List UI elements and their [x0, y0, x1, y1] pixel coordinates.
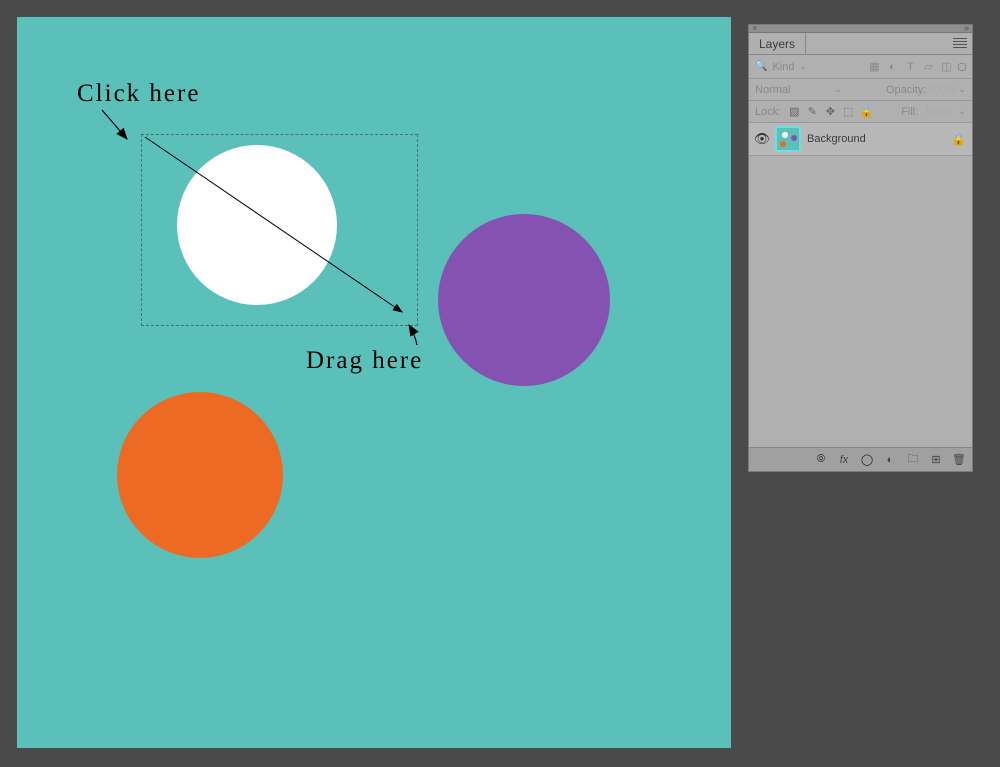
annotation-arrows — [17, 17, 731, 748]
panel-footer: ⦾ fx ◯ ◐ 🗀 ⊞ 🗑 — [749, 447, 972, 471]
lock-all-icon[interactable]: 🔒 — [859, 105, 873, 119]
filter-adjustment-icon[interactable]: ◐ — [886, 60, 899, 73]
lock-transparency-icon[interactable]: ▧ — [787, 105, 801, 119]
opacity-value[interactable]: 100% — [928, 84, 956, 96]
chevron-down-icon: ⌄ — [799, 61, 807, 72]
filter-kind-select[interactable]: Kind — [772, 61, 794, 73]
layer-name-label[interactable]: Background — [807, 133, 866, 145]
panel-collapse-icon[interactable]: » — [964, 23, 969, 33]
chevron-down-icon: ⌄ — [958, 106, 966, 117]
opacity-label: Opacity: — [886, 84, 926, 96]
panel-tabs: Layers — [749, 33, 972, 55]
lock-pixels-icon[interactable]: ✎ — [805, 105, 819, 119]
filter-toggle-icon[interactable] — [958, 63, 966, 71]
panel-topbar: × » — [749, 25, 972, 33]
fill-value[interactable]: 100% — [924, 106, 952, 118]
layer-thumbnail[interactable] — [775, 126, 801, 152]
filter-image-icon[interactable]: ▦ — [868, 60, 881, 73]
add-mask-icon[interactable]: ◯ — [860, 453, 874, 467]
fill-label: Fill: — [901, 106, 918, 118]
delete-layer-icon[interactable]: 🗑 — [952, 453, 966, 467]
layer-row-background[interactable]: 👁 Background 🔒 — [749, 123, 972, 156]
new-group-icon[interactable]: 🗀 — [906, 453, 920, 467]
chevron-down-icon: ⌄ — [958, 84, 966, 95]
blend-mode-row: Normal ⌄ Opacity: 100% ⌄ — [749, 79, 972, 101]
lock-row: Lock: ▧ ✎ ✥ ⬚ 🔒 Fill: 100% ⌄ — [749, 101, 972, 123]
tab-layers[interactable]: Layers — [749, 33, 806, 54]
new-adjustment-icon[interactable]: ◐ — [883, 453, 897, 467]
search-icon: 🔍 — [755, 61, 767, 72]
purple-circle-shape — [438, 214, 610, 386]
filter-shape-icon[interactable]: ▱ — [922, 60, 935, 73]
panel-close-icon[interactable]: × — [752, 23, 757, 33]
link-layers-icon[interactable]: ⦾ — [814, 453, 828, 467]
blend-mode-select[interactable]: Normal — [755, 84, 790, 96]
orange-circle-shape — [117, 392, 283, 558]
canvas-area[interactable]: Click here Drag here — [17, 17, 731, 748]
chevron-down-icon: ⌄ — [834, 84, 842, 95]
lock-icon[interactable]: 🔒 — [951, 132, 966, 146]
marquee-selection[interactable] — [141, 134, 418, 326]
panel-menu-icon[interactable] — [953, 37, 967, 49]
filter-type-icon[interactable]: T — [904, 60, 917, 73]
lock-position-icon[interactable]: ✥ — [823, 105, 837, 119]
visibility-eye-icon[interactable]: 👁 — [755, 132, 769, 146]
filter-smart-icon[interactable]: ◫ — [940, 60, 953, 73]
annotation-click-label: Click here — [77, 80, 200, 108]
lock-artboard-icon[interactable]: ⬚ — [841, 105, 855, 119]
annotation-drag-label: Drag here — [306, 347, 423, 375]
layers-panel: × » Layers 🔍 Kind ⌄ ▦ ◐ T ▱ ◫ Normal ⌄ O… — [748, 24, 973, 472]
new-layer-icon[interactable]: ⊞ — [929, 453, 943, 467]
lock-label: Lock: — [755, 106, 781, 118]
layer-style-icon[interactable]: fx — [837, 453, 851, 467]
layer-filter-row: 🔍 Kind ⌄ ▦ ◐ T ▱ ◫ — [749, 55, 972, 79]
layer-list: 👁 Background 🔒 — [749, 123, 972, 156]
